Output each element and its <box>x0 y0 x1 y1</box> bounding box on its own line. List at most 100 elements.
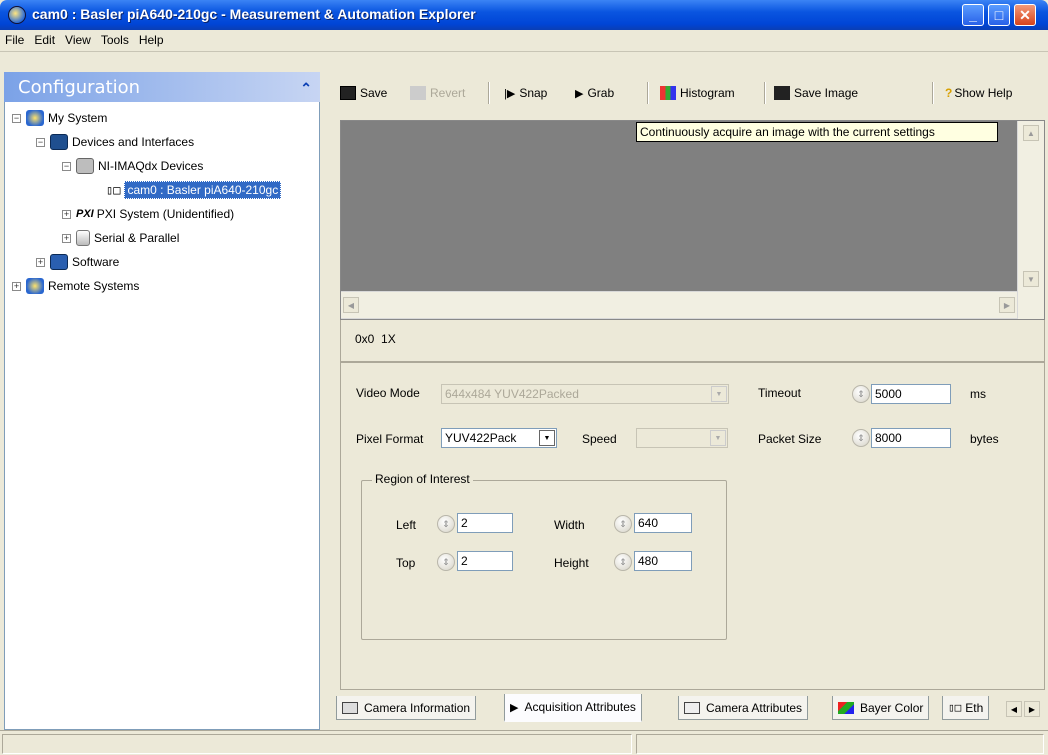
tree-label-selected: cam0 : Basler piA640-210gc <box>124 181 282 199</box>
packet-size-unit: bytes <box>970 432 999 446</box>
tree-item-remote[interactable]: + Remote Systems <box>12 276 139 296</box>
tree-label: PXI System (Unidentified) <box>96 207 235 221</box>
save-icon <box>340 86 356 100</box>
expand-toggle-icon[interactable]: + <box>12 281 21 291</box>
tree-item-cam0[interactable]: ▯□ cam0 : Basler piA640-210gc <box>106 180 282 200</box>
left-input[interactable]: 2 <box>457 513 513 533</box>
toolbar: Save Revert |▶ Snap ▶ Grab Histogram Save … <box>330 78 1048 108</box>
timeout-label: Timeout <box>758 386 801 400</box>
tab-camera-information[interactable]: Camera Information <box>336 696 477 720</box>
histogram-button[interactable]: Histogram <box>660 81 735 105</box>
vertical-scrollbar[interactable]: ▲ ▼ <box>1018 121 1044 319</box>
menu-tools[interactable]: Tools <box>96 30 134 50</box>
left-label: Left <box>396 518 417 532</box>
speed-select[interactable]: ▼ <box>636 428 728 448</box>
scroll-left-icon[interactable]: ◀ <box>343 297 359 313</box>
minimize-button[interactable]: _ <box>962 4 984 26</box>
top-spinner-icon[interactable]: ⇕ <box>437 553 455 571</box>
software-icon <box>50 254 68 270</box>
tab-acquisition-attributes[interactable]: ▶ Acquisition Attributes <box>504 694 642 722</box>
tree-item-my-system[interactable]: − My System <box>12 108 107 128</box>
zoom-level: 1X <box>381 332 396 346</box>
height-input[interactable]: 480 <box>634 551 692 571</box>
configuration-title: Configuration <box>18 77 141 98</box>
tab-bayer-color[interactable]: Bayer Color <box>832 696 930 720</box>
revert-button[interactable]: Revert <box>410 81 465 105</box>
status-panel-secondary <box>636 734 1044 754</box>
save-button[interactable]: Save <box>340 81 387 105</box>
height-label: Height <box>554 556 589 570</box>
tab-bar: Camera Information ▶ Acquisition Attribut… <box>330 690 1048 726</box>
app-icon <box>8 6 26 24</box>
scroll-right-icon[interactable]: ▶ <box>999 297 1015 313</box>
tree-item-devices[interactable]: − Devices and Interfaces <box>36 132 194 152</box>
dropdown-arrow-icon: ▼ <box>711 386 727 402</box>
timeout-input[interactable]: 5000 <box>871 384 951 404</box>
remote-systems-icon <box>26 278 44 294</box>
collapse-toggle-icon[interactable]: − <box>62 161 71 171</box>
acquisition-icon: ▶ <box>510 701 519 714</box>
status-bar <box>0 730 1048 755</box>
height-spinner-icon[interactable]: ⇕ <box>614 553 632 571</box>
tree-label: NI-IMAQdx Devices <box>98 159 204 173</box>
pixel-format-label: Pixel Format <box>356 432 424 446</box>
tree-item-software[interactable]: + Software <box>36 252 119 272</box>
grab-button[interactable]: ▶ Grab <box>575 81 614 105</box>
horizontal-scrollbar[interactable]: ◀ ▶ <box>341 292 1017 318</box>
menu-view[interactable]: View <box>60 30 96 50</box>
save-image-icon <box>774 86 790 100</box>
ethernet-icon: ▯□ <box>948 701 962 714</box>
pixel-coords: 0x0 <box>355 332 375 346</box>
menu-help[interactable]: Help <box>134 30 169 50</box>
width-input[interactable]: 640 <box>634 513 692 533</box>
speed-label: Speed <box>582 432 617 446</box>
top-input[interactable]: 2 <box>457 551 513 571</box>
tab-camera-attributes[interactable]: Camera Attributes <box>678 696 809 720</box>
image-canvas[interactable] <box>341 121 1017 291</box>
pxi-icon: PXI <box>76 208 94 220</box>
left-spinner-icon[interactable]: ⇕ <box>437 515 455 533</box>
menu-file[interactable]: File <box>0 30 29 50</box>
tree-item-serial[interactable]: + Serial & Parallel <box>62 228 179 248</box>
timeout-spinner-icon[interactable]: ⇕ <box>852 385 870 403</box>
maximize-button[interactable]: □ <box>988 4 1010 26</box>
packet-size-spinner-icon[interactable]: ⇕ <box>852 429 870 447</box>
tab-scroll-right-icon[interactable]: ▶ <box>1024 701 1040 717</box>
menu-edit[interactable]: Edit <box>29 30 60 50</box>
collapse-icon[interactable]: ⌃ <box>300 80 312 97</box>
show-help-button[interactable]: ? Show Help <box>945 81 1012 105</box>
expand-toggle-icon[interactable]: + <box>36 257 45 267</box>
tree-label: My System <box>48 111 108 125</box>
grab-tooltip: Continuously acquire an image with the c… <box>636 122 998 142</box>
scroll-up-icon[interactable]: ▲ <box>1023 125 1039 141</box>
pixel-format-select[interactable]: YUV422Pack ▼ <box>441 428 557 448</box>
video-mode-select[interactable]: 644x484 YUV422Packed ▼ <box>441 384 729 404</box>
expand-toggle-icon[interactable]: + <box>62 233 71 243</box>
revert-icon <box>410 86 426 100</box>
devices-icon <box>50 134 68 150</box>
packet-size-label: Packet Size <box>758 432 822 446</box>
tree-label: Remote Systems <box>48 279 140 293</box>
collapse-toggle-icon[interactable]: − <box>36 137 45 147</box>
camera-attributes-icon <box>684 701 700 714</box>
close-button[interactable]: ✕ <box>1014 4 1036 26</box>
tab-ethernet[interactable]: ▯□ Eth <box>942 696 990 720</box>
scroll-down-icon[interactable]: ▼ <box>1023 271 1039 287</box>
roi-title: Region of Interest <box>372 472 473 486</box>
tree-item-pxi[interactable]: + PXI PXI System (Unidentified) <box>62 204 234 224</box>
expand-toggle-icon[interactable]: + <box>62 209 71 219</box>
dropdown-arrow-icon: ▼ <box>710 430 726 446</box>
width-spinner-icon[interactable]: ⇕ <box>614 515 632 533</box>
collapse-toggle-icon[interactable]: − <box>12 113 21 123</box>
camera-icon: ▯□ <box>106 183 121 197</box>
snap-button[interactable]: |▶ Snap <box>504 81 547 105</box>
title-bar: cam0 : Basler piA640-210gc - Measurement… <box>0 0 1048 30</box>
dropdown-arrow-icon: ▼ <box>539 430 555 446</box>
save-image-button[interactable]: Save Image <box>774 81 858 105</box>
bayer-color-icon <box>838 701 854 714</box>
window-title: cam0 : Basler piA640-210gc - Measurement… <box>32 6 476 22</box>
packet-size-input[interactable]: 8000 <box>871 428 951 448</box>
tree-item-imaqdx[interactable]: − NI-IMAQdx Devices <box>62 156 203 176</box>
video-mode-label: Video Mode <box>356 386 420 400</box>
tab-scroll-left-icon[interactable]: ◀ <box>1006 701 1022 717</box>
